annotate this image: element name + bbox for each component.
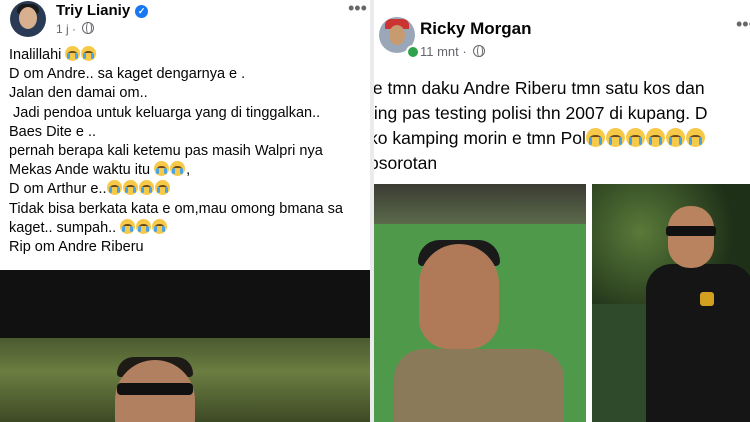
- author-name[interactable]: Ricky Morgan: [420, 19, 531, 39]
- crying-emoji: [120, 218, 136, 234]
- more-options-icon[interactable]: •••: [348, 0, 367, 19]
- left-post-card: Triy Lianiy ✓ 1 j · ••• Inalillahi D om A…: [0, 0, 370, 422]
- crying-emoji: [645, 128, 665, 147]
- post-line: le tmn daku Andre Riberu tmn satu kos da…: [370, 78, 705, 98]
- post-line: Mekas Ande waktu itu ,: [9, 161, 191, 179]
- crying-emoji: [106, 180, 122, 196]
- crying-emoji: [136, 218, 152, 234]
- author-avatar[interactable]: [10, 1, 46, 37]
- crying-emoji: [605, 128, 625, 147]
- post-text: Inalillahi D om Andre.. sa kaget dengarn…: [9, 46, 369, 257]
- more-options-icon[interactable]: •••: [736, 14, 750, 35]
- post-line: pernah berapa kali ketemu pas masih Walp…: [9, 143, 323, 160]
- crying-emoji: [65, 46, 81, 61]
- post-line: Inalillahi: [9, 46, 369, 65]
- post-line: kaget.. sumpah..: [9, 218, 369, 238]
- post-line: Jalan den damai om..: [9, 85, 148, 102]
- author-name-row: Triy Lianiy ✓: [56, 2, 149, 19]
- crying-emoji: [154, 180, 170, 196]
- crying-emoji: [170, 161, 186, 177]
- verified-icon: ✓: [135, 5, 149, 18]
- post-line: ting pas testing polisi thn 2007 di kupa…: [370, 103, 708, 123]
- post-line: Baes Dite e ..: [9, 123, 97, 140]
- post-time[interactable]: 1 j: [56, 22, 69, 36]
- crying-emoji: [81, 46, 97, 61]
- crying-emoji: [154, 161, 170, 177]
- crying-emoji: [122, 180, 138, 196]
- post-photo[interactable]: [0, 270, 370, 422]
- post-meta: 1 j ·: [56, 22, 95, 36]
- crying-emoji: [138, 180, 154, 196]
- crying-emoji: [585, 128, 605, 147]
- post-line: Jadi pendoa untuk keluarga yang di tingg…: [9, 104, 321, 121]
- post-line: D om Arthur e..: [9, 180, 369, 199]
- post-line: Rip om Andre Riberu: [9, 239, 144, 256]
- crying-emoji: [665, 128, 685, 147]
- post-meta: 11 mnt ·: [420, 44, 486, 59]
- crying-emoji: [152, 218, 168, 234]
- author-name[interactable]: Triy Lianiy: [56, 2, 130, 19]
- crying-emoji: [625, 128, 645, 147]
- right-post-card: Ricky Morgan 11 mnt · ••• le tmn daku An…: [370, 0, 750, 422]
- post-time[interactable]: 11 mnt: [420, 44, 459, 59]
- post-line: Tidak bisa berkata kata e om,mau omong b…: [9, 200, 343, 217]
- post-photo-left[interactable]: [374, 184, 586, 422]
- post-line: D om Andre.. sa kaget dengarnya e .: [9, 66, 246, 83]
- online-indicator: [406, 45, 420, 59]
- post-photo-right[interactable]: [592, 184, 750, 422]
- globe-icon: [82, 22, 95, 34]
- globe-icon: [473, 45, 486, 57]
- post-line: ko kamping morin e tmn Pol: [374, 126, 750, 151]
- post-text: le tmn daku Andre Riberu tmn satu kos da…: [370, 76, 750, 176]
- post-line: osorotan: [370, 153, 438, 173]
- crying-emoji: [685, 128, 705, 147]
